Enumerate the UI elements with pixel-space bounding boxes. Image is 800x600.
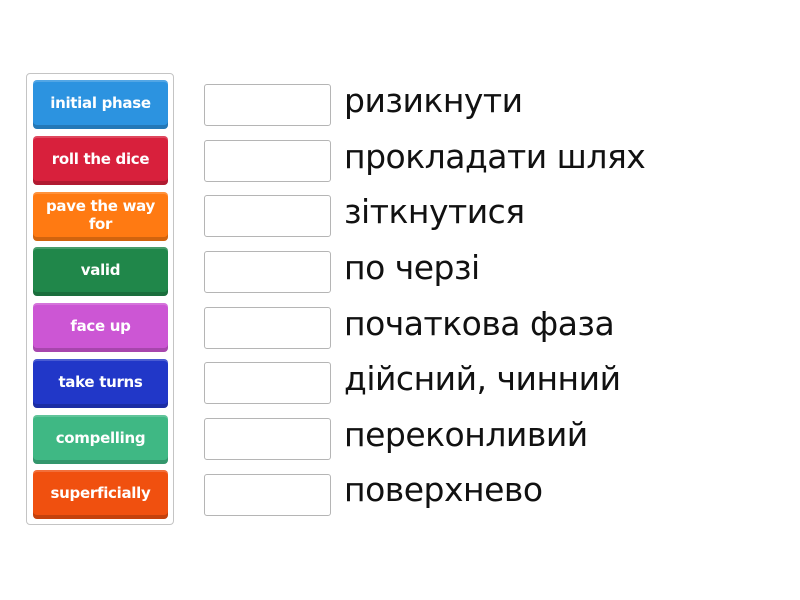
- drop-slot[interactable]: [204, 418, 331, 460]
- answer-tile[interactable]: compelling: [33, 415, 168, 464]
- answer-tile-tray: initial phase roll the dice pave the way…: [26, 73, 174, 525]
- definition-text: по черзі: [344, 248, 480, 287]
- drop-slot[interactable]: [204, 474, 331, 516]
- answer-tile[interactable]: face up: [33, 303, 168, 352]
- drop-slot[interactable]: [204, 84, 331, 126]
- drop-slot[interactable]: [204, 362, 331, 404]
- answer-tile[interactable]: take turns: [33, 359, 168, 408]
- definition-text: поверхнево: [344, 470, 543, 509]
- drop-slot[interactable]: [204, 140, 331, 182]
- definition-text: переконливий: [344, 415, 588, 454]
- answer-tile[interactable]: roll the dice: [33, 136, 168, 185]
- answer-tile[interactable]: valid: [33, 247, 168, 296]
- drop-slot[interactable]: [204, 195, 331, 237]
- answer-tile[interactable]: pave the way for: [33, 192, 168, 241]
- definition-text: початкова фаза: [344, 304, 615, 343]
- definition-text: зіткнутися: [344, 192, 525, 231]
- definition-text: ризикнути: [344, 81, 523, 120]
- definition-text: прокладати шлях: [344, 137, 646, 176]
- answer-tile[interactable]: superficially: [33, 470, 168, 519]
- definition-text: дійсний, чинний: [344, 359, 621, 398]
- drop-slot[interactable]: [204, 251, 331, 293]
- drop-slot[interactable]: [204, 307, 331, 349]
- answer-tile[interactable]: initial phase: [33, 80, 168, 129]
